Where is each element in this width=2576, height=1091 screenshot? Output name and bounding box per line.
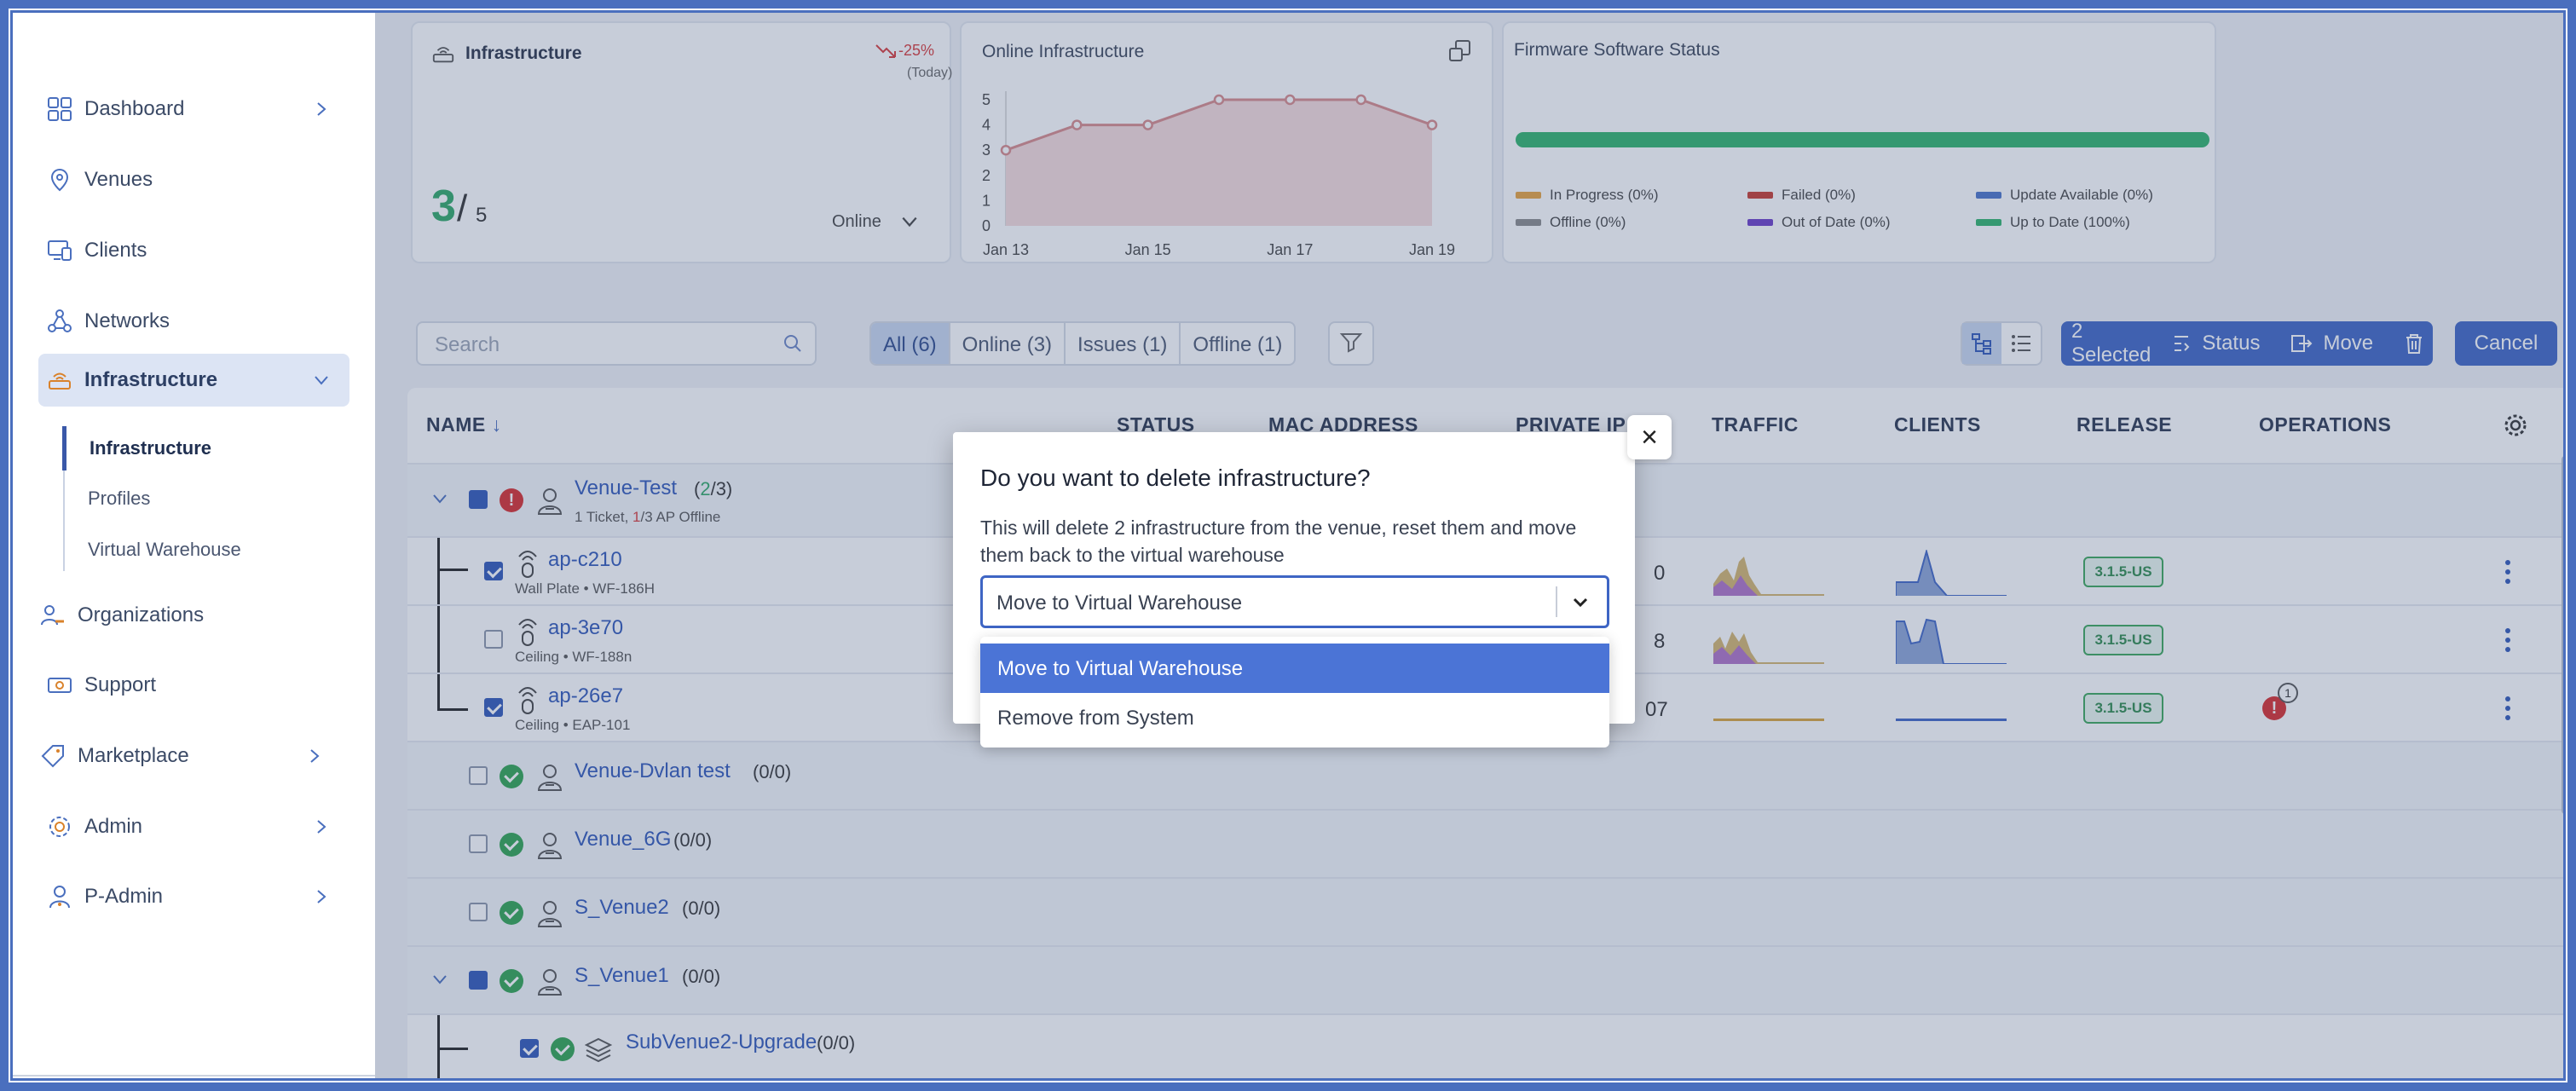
sidebar-subitem-infrastructure[interactable]: Infrastructure (90, 437, 211, 459)
tag-icon (38, 742, 67, 771)
delete-action-select[interactable]: Move to Virtual Warehouse (980, 575, 1609, 628)
select-divider (1556, 586, 1557, 617)
user-admin-icon (45, 882, 74, 911)
sidebar-subitem-virtual-warehouse[interactable]: Virtual Warehouse (88, 539, 241, 561)
sidebar: Dashboard Venues Clients Networks Infras… (13, 13, 375, 1078)
ticket-icon (45, 671, 74, 700)
monitor-icon (45, 236, 74, 265)
chevron-down-icon[interactable] (1568, 590, 1593, 615)
sidebar-item-label: Networks (84, 309, 170, 332)
sidebar-footer-divider (13, 1075, 375, 1078)
router-icon (45, 366, 74, 395)
sidebar-item-dashboard[interactable]: Dashboard (38, 83, 349, 136)
sidebar-item-label: Support (84, 673, 157, 696)
chevron-right-icon (309, 96, 334, 122)
chevron-right-icon (302, 743, 327, 769)
sidebar-item-infrastructure[interactable]: Infrastructure (38, 354, 349, 407)
dashboard-icon (45, 95, 74, 124)
gear-icon (45, 812, 74, 841)
sidebar-item-venues[interactable]: Venues (38, 153, 349, 206)
sidebar-item-label: P-Admin (84, 885, 164, 908)
sidebar-item-clients[interactable]: Clients (38, 224, 349, 277)
sidebar-item-label: Venues (84, 168, 153, 191)
chevron-down-icon (309, 367, 334, 393)
sidebar-item-organizations[interactable]: Organizations (32, 589, 343, 642)
submenu-active-bar (62, 426, 66, 470)
option-remove-from-system[interactable]: Remove from System (980, 693, 1609, 742)
sidebar-item-label: Organizations (78, 603, 205, 626)
sidebar-item-label: Dashboard (84, 97, 185, 120)
sidebar-item-networks[interactable]: Networks (38, 295, 349, 348)
app-window: Dashboard Venues Clients Networks Infras… (10, 10, 2566, 1081)
sidebar-item-label: Admin (84, 815, 143, 838)
network-icon (45, 307, 74, 336)
chevron-right-icon (309, 884, 334, 909)
option-move-to-virtual-warehouse[interactable]: Move to Virtual Warehouse (980, 644, 1609, 693)
sidebar-item-label: Marketplace (78, 744, 189, 767)
sidebar-item-p-admin[interactable]: P-Admin (38, 870, 349, 923)
sidebar-subitem-profiles[interactable]: Profiles (88, 488, 150, 510)
sidebar-item-marketplace[interactable]: Marketplace (32, 730, 343, 782)
location-pin-icon (45, 165, 74, 194)
organization-icon (38, 601, 67, 630)
dialog-description: This will delete 2 infrastructure from t… (980, 517, 1577, 566)
close-icon[interactable]: × (1627, 415, 1672, 459)
sidebar-item-support[interactable]: Support (38, 659, 349, 712)
dialog-title: Do you want to delete infrastructure? (980, 465, 1371, 491)
sidebar-item-label: Clients (84, 239, 147, 262)
chevron-right-icon (309, 814, 334, 840)
delete-action-dropdown: Move to Virtual Warehouse Remove from Sy… (980, 637, 1609, 748)
sidebar-item-admin[interactable]: Admin (38, 800, 349, 853)
select-value: Move to Virtual Warehouse (996, 592, 1243, 615)
sidebar-item-label: Infrastructure (84, 368, 218, 391)
